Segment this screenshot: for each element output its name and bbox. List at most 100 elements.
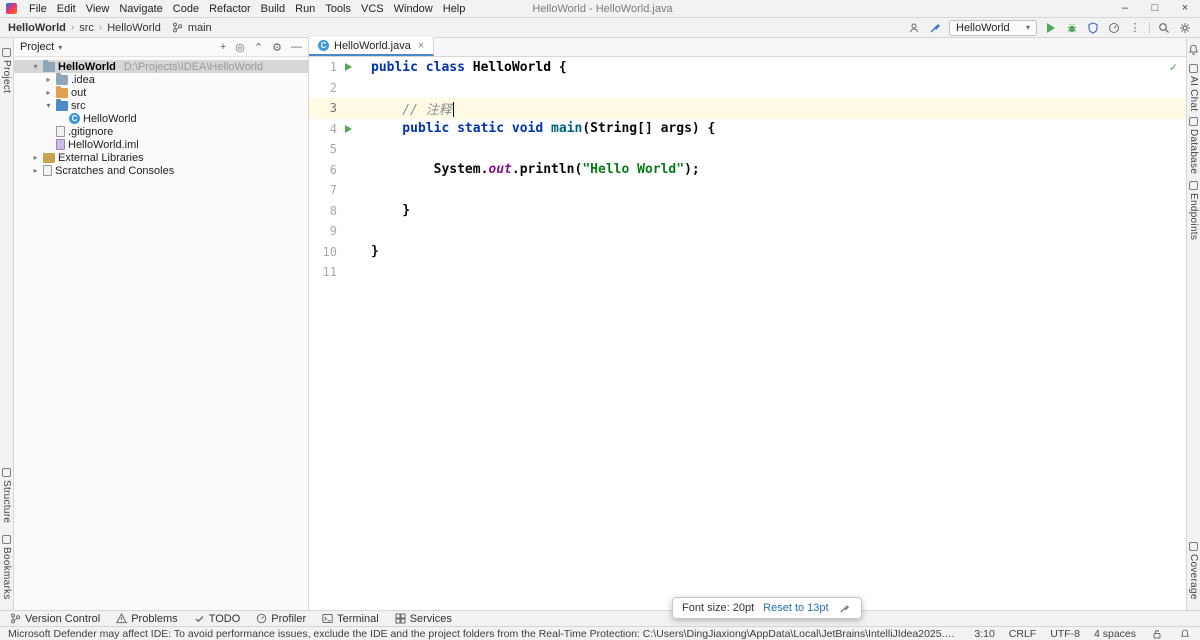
search-everywhere-icon[interactable]	[1157, 21, 1171, 35]
tool-stripe-label: Coverage	[1188, 554, 1199, 600]
inspections-ok-icon[interactable]: ✓	[1170, 60, 1177, 74]
tree-item--idea[interactable]: ▸.idea	[14, 73, 308, 86]
close-button[interactable]: ×	[1170, 0, 1200, 17]
locate-file-icon[interactable]: ◎	[235, 41, 245, 54]
hide-panel-icon[interactable]: —	[291, 41, 302, 53]
status-message[interactable]: Microsoft Defender may affect IDE: To av…	[8, 628, 960, 640]
run-configuration-select[interactable]: HelloWorld ▾	[949, 20, 1037, 36]
add-icon[interactable]: +	[220, 41, 226, 53]
code-line-7[interactable]: 7	[309, 180, 1186, 201]
menu-item-code[interactable]: Code	[168, 0, 204, 18]
tree-item-helloworld[interactable]: ▾HelloWorldD:\Projects\IDEA\HelloWorld	[14, 60, 308, 73]
menu-item-refactor[interactable]: Refactor	[204, 0, 256, 18]
code-token: }	[371, 203, 410, 218]
code-token: HelloWorld	[473, 60, 559, 75]
chevron-collapsed-icon[interactable]: ▸	[31, 166, 40, 175]
tool-window-button-terminal[interactable]: Terminal	[322, 613, 379, 625]
edit-run-config-icon[interactable]	[928, 21, 942, 35]
line-separator[interactable]: CRLF	[1009, 628, 1036, 640]
notifications-icon[interactable]	[1178, 627, 1192, 640]
code-token: }	[371, 244, 379, 259]
code-line-4[interactable]: 4 public static void main(String[] args)…	[309, 119, 1186, 140]
run-button[interactable]	[1044, 21, 1058, 35]
class-icon: C	[69, 113, 80, 124]
reset-font-size-link[interactable]: Reset to 13pt	[763, 602, 828, 614]
tree-item-scratches-and-consoles[interactable]: ▸Scratches and Consoles	[14, 164, 308, 177]
chevron-collapsed-icon[interactable]: ▸	[44, 88, 53, 97]
menu-item-tools[interactable]: Tools	[320, 0, 356, 18]
more-actions-icon[interactable]: ⋮	[1128, 21, 1142, 35]
breadcrumb-item-helloworld[interactable]: HelloWorld	[107, 22, 161, 34]
indent-style[interactable]: 4 spaces	[1094, 628, 1136, 640]
git-branch-widget[interactable]: main	[171, 21, 212, 35]
run-gutter-icon[interactable]	[337, 125, 359, 133]
debug-button[interactable]	[1065, 21, 1079, 35]
editor-gutter: 10	[309, 242, 363, 263]
collapse-all-icon[interactable]: ⌃	[254, 41, 263, 54]
menu-item-window[interactable]: Window	[389, 0, 438, 18]
coverage-button[interactable]	[1086, 21, 1100, 35]
chevron-collapsed-icon[interactable]: ▸	[31, 153, 40, 162]
menu-item-vcs[interactable]: VCS	[356, 0, 389, 18]
settings-gear-icon[interactable]	[1178, 21, 1192, 35]
menu-item-navigate[interactable]: Navigate	[114, 0, 167, 18]
maximize-button[interactable]: □	[1140, 0, 1170, 17]
tree-item-helloworld-iml[interactable]: HelloWorld.iml	[14, 138, 308, 151]
code-line-9[interactable]: 9	[309, 221, 1186, 242]
breadcrumb-item-src[interactable]: src	[79, 22, 94, 34]
tool-stripe-bookmarks[interactable]: Bookmarks	[1, 535, 12, 600]
minimize-button[interactable]: –	[1110, 0, 1140, 17]
code-token: public class	[371, 60, 473, 75]
tool-stripe-structure[interactable]: Structure	[1, 468, 12, 523]
popup-settings-wrench-icon[interactable]	[838, 601, 852, 615]
code-line-5[interactable]: 5	[309, 139, 1186, 160]
code-line-8[interactable]: 8 }	[309, 201, 1186, 222]
code-line-11[interactable]: 11	[309, 262, 1186, 283]
tree-item-out[interactable]: ▸out	[14, 86, 308, 99]
close-tab-icon[interactable]: ×	[418, 40, 424, 52]
caret-position[interactable]: 3:10	[974, 628, 994, 640]
profiler-button[interactable]	[1107, 21, 1121, 35]
tree-item-external-libraries[interactable]: ▸External Libraries	[14, 151, 308, 164]
chevron-expanded-icon[interactable]: ▾	[31, 62, 40, 71]
code-line-10[interactable]: 10}	[309, 242, 1186, 263]
tool-window-button-profiler[interactable]: Profiler	[256, 613, 306, 625]
tool-stripe-endpoints[interactable]: Endpoints	[1188, 181, 1199, 240]
tree-item-helloworld[interactable]: CHelloWorld	[14, 112, 308, 125]
menu-item-file[interactable]: File	[24, 0, 52, 18]
tool-stripe-database[interactable]: Database	[1188, 117, 1199, 174]
menu-item-run[interactable]: Run	[290, 0, 320, 18]
notifications-bell-icon[interactable]	[1187, 42, 1200, 56]
tool-stripe-ai-chat[interactable]: AI Chat	[1188, 64, 1199, 111]
tool-window-button-version-control[interactable]: Version Control	[10, 613, 100, 625]
main-area: Project Structure Bookmarks Project ▾ + ◎…	[0, 38, 1200, 610]
code-line-2[interactable]: 2	[309, 78, 1186, 99]
tool-stripe-project[interactable]: Project	[1, 48, 12, 93]
file-encoding[interactable]: UTF-8	[1050, 628, 1080, 640]
tree-item-src[interactable]: ▾src	[14, 99, 308, 112]
panel-settings-gear-icon[interactable]: ⚙	[272, 41, 282, 54]
editor-tab-label: HelloWorld.java	[334, 40, 411, 52]
chevron-collapsed-icon[interactable]: ▸	[44, 75, 53, 84]
code-line-1[interactable]: 1public class HelloWorld {	[309, 57, 1186, 78]
menu-item-edit[interactable]: Edit	[52, 0, 81, 18]
menu-item-help[interactable]: Help	[438, 0, 471, 18]
project-panel-toolbar: + ◎ ⌃ ⚙ —	[220, 41, 302, 54]
tree-item--gitignore[interactable]: .gitignore	[14, 125, 308, 138]
code-line-6[interactable]: 6 System.out.println("Hello World");	[309, 160, 1186, 181]
run-gutter-icon[interactable]	[337, 63, 359, 71]
breadcrumb-item-helloworld[interactable]: HelloWorld	[8, 22, 66, 34]
project-panel-title[interactable]: Project	[20, 41, 54, 53]
readonly-lock-icon[interactable]	[1150, 627, 1164, 640]
code-editor[interactable]: ✓ 1public class HelloWorld {23 // 注释4 pu…	[309, 57, 1186, 610]
tool-window-button-services[interactable]: Services	[395, 613, 452, 625]
menu-item-build[interactable]: Build	[256, 0, 290, 18]
tool-stripe-coverage[interactable]: Coverage	[1188, 542, 1199, 600]
menu-item-view[interactable]: View	[81, 0, 115, 18]
tool-window-button-problems[interactable]: Problems	[116, 613, 177, 625]
code-line-3[interactable]: 3 // 注释	[309, 98, 1186, 119]
user-profile-icon[interactable]	[907, 21, 921, 35]
tool-window-button-todo[interactable]: TODO	[194, 613, 241, 625]
chevron-expanded-icon[interactable]: ▾	[44, 101, 53, 110]
editor-tab-helloworld[interactable]: C HelloWorld.java ×	[309, 37, 434, 56]
